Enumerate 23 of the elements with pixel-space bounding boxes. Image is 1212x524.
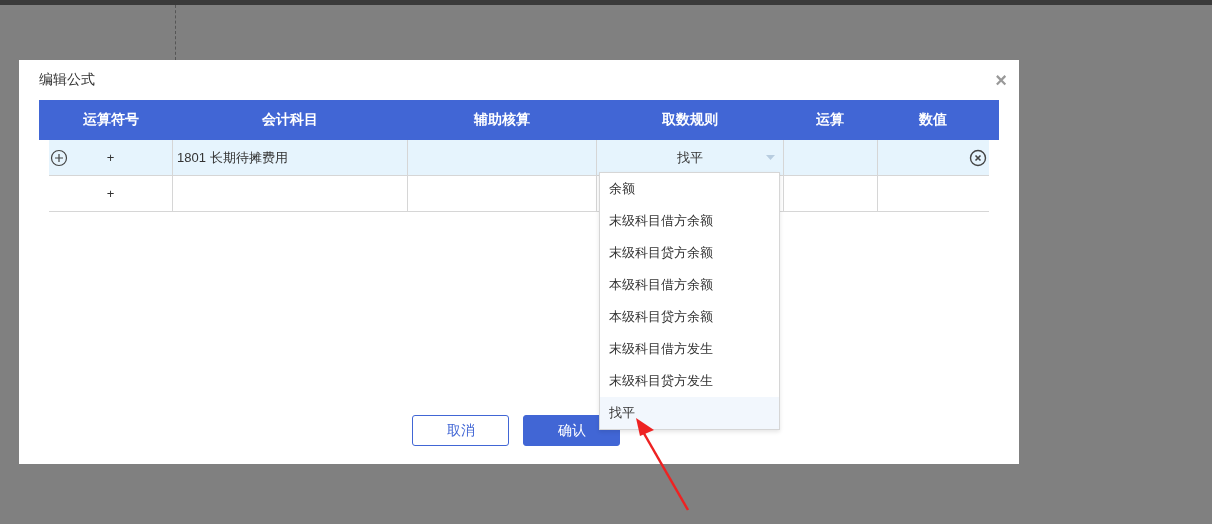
table-cell: + [106,150,115,165]
dropdown-option[interactable]: 余额 [600,173,779,205]
dropdown-option[interactable]: 末级科目借方发生 [600,333,779,365]
dialog-title: 编辑公式 [39,71,95,89]
column-header: 数值 [918,110,948,129]
dropdown-option[interactable]: 本级科目贷方余额 [600,301,779,333]
column-header: 运算 [815,110,845,129]
column-header: 运算符号 [81,110,140,129]
dropdown-option[interactable]: 末级科目贷方余额 [600,237,779,269]
rule-select-value[interactable]: 找平 [677,148,703,167]
delete-row-icon[interactable] [969,149,987,167]
add-row-icon[interactable] [50,149,68,167]
dropdown-option[interactable]: 本级科目借方余额 [600,269,779,301]
column-header: 会计科目 [260,110,319,129]
table-cell: 1801 长期待摊费用 [177,148,288,167]
cancel-button[interactable]: 取消 [412,415,509,446]
column-header: 取数规则 [660,110,719,129]
table-row[interactable]: + 1801 长期待摊费用 找平 [49,140,989,176]
dropdown-option[interactable]: 末级科目贷方发生 [600,365,779,397]
table-cell: + [106,186,115,201]
column-header: 辅助核算 [472,110,531,129]
dropdown-option[interactable]: 找平 [600,397,779,429]
dropdown-option[interactable]: 末级科目借方余额 [600,205,779,237]
